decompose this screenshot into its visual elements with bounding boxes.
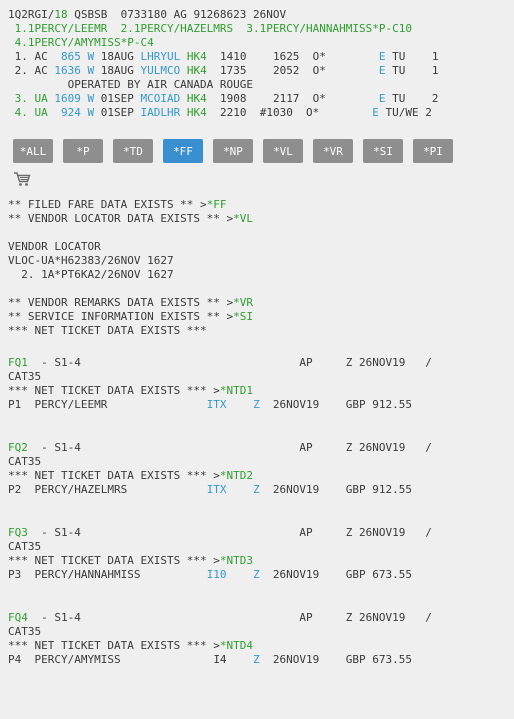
filed-fare-line: ** FILED FARE DATA EXISTS ** >*FF <box>8 198 227 211</box>
e-ticket-link[interactable]: E <box>379 64 386 77</box>
e-ticket-link[interactable]: E <box>372 106 379 119</box>
flight-link[interactable]: 1609 W <box>54 92 94 105</box>
fare-net-line: *** NET TICKET DATA EXISTS *** >*NTD1 <box>8 384 254 397</box>
vendor-remarks-line: ** VENDOR REMARKS DATA EXISTS ** >*VR <box>8 296 254 309</box>
tab-all-button[interactable]: *ALL <box>13 139 53 163</box>
service-info-line: ** SERVICE INFORMATION EXISTS ** >*SI <box>8 310 254 323</box>
tab-si-button[interactable]: *SI <box>363 139 403 163</box>
net-ticket-line: *** NET TICKET DATA EXISTS *** <box>8 324 207 337</box>
ntd-link[interactable]: *NTD1 <box>220 384 253 397</box>
fq-link[interactable]: FQ4 <box>8 611 28 624</box>
tab-vr-button[interactable]: *VR <box>313 139 353 163</box>
vr-link[interactable]: *VR <box>233 296 253 309</box>
segment-1: 1. AC 865 W 18AUG LHRYUL HK4 1410 1625 O… <box>8 50 439 63</box>
vendor-locator-1: VLOC-UA*H62383/26NOV 1627 <box>8 254 174 267</box>
fare-net-line: *** NET TICKET DATA EXISTS *** >*NTD2 <box>8 469 254 482</box>
passenger-names-2: 4.1PERCY/AMYMISS*P-C4 <box>8 36 154 49</box>
ntd-link[interactable]: *NTD3 <box>220 554 253 567</box>
fare-net-line: *** NET TICKET DATA EXISTS *** >*NTD3 <box>8 554 254 567</box>
fare-net-line: *** NET TICKET DATA EXISTS *** >*NTD4 <box>8 639 254 652</box>
flight-link[interactable]: 1636 W <box>54 64 94 77</box>
fare-cat: CAT35 <box>8 540 42 553</box>
fare-passenger: P4 PERCY/AMYMISS I4 Z 26NOV19 GBP 673.55 <box>8 653 413 666</box>
pnr-header: 1Q2RGI/18 QSBSB 0733180 AG 91268623 26NO… <box>8 8 286 22</box>
header-info: QSBSB 0733180 AG 91268623 26NOV <box>67 8 287 21</box>
fare-cat: CAT35 <box>8 370 42 383</box>
ntd-link[interactable]: *NTD4 <box>220 639 253 652</box>
fare-cat: CAT35 <box>8 455 42 468</box>
city-pair-link[interactable]: YULMCO <box>140 64 180 77</box>
fare-quote-header: FQ1 - S1-4 AP Z 26NOV19 / <box>8 356 432 369</box>
segment-3: 3. UA 1609 W 01SEP MCOIAD HK4 1908 2117 … <box>8 92 439 105</box>
tab-np-button[interactable]: *NP <box>213 139 253 163</box>
ntd-link[interactable]: *NTD2 <box>220 469 253 482</box>
tab-td-button[interactable]: *TD <box>113 139 153 163</box>
fare-quote-header: FQ4 - S1-4 AP Z 26NOV19 / <box>8 611 432 624</box>
shopping-cart-icon[interactable] <box>13 171 31 187</box>
e-ticket-link[interactable]: E <box>379 92 386 105</box>
fare-quote-header: FQ3 - S1-4 AP Z 26NOV19 / <box>8 526 432 539</box>
fare-passenger: P1 PERCY/LEEMR ITX Z 26NOV19 GBP 912.55 <box>8 398 413 411</box>
vendor-locator-line: ** VENDOR LOCATOR DATA EXISTS ** >*VL <box>8 212 254 225</box>
tab-vl-button[interactable]: *VL <box>263 139 303 163</box>
fq-link[interactable]: FQ3 <box>8 526 28 539</box>
ff-link[interactable]: *FF <box>207 198 227 211</box>
segment-4: 4. UA 924 W 01SEP IADLHR HK4 2210 #1030 … <box>8 106 432 119</box>
si-link[interactable]: *SI <box>233 310 253 323</box>
tab-ff-button[interactable]: *FF <box>163 139 203 163</box>
fare-cat: CAT35 <box>8 625 42 638</box>
e-ticket-link[interactable]: E <box>379 50 386 63</box>
tab-pi-button[interactable]: *PI <box>413 139 453 163</box>
fare-quote-header: FQ2 - S1-4 AP Z 26NOV19 / <box>8 441 432 454</box>
city-pair-link[interactable]: IADLHR <box>140 106 180 119</box>
passenger-names-1: 1.1PERCY/LEEMR 2.1PERCY/HAZELMRS 3.1PERC… <box>8 22 412 35</box>
flight-link[interactable]: 865 W <box>61 50 94 63</box>
fare-passenger: P2 PERCY/HAZELMRS ITX Z 26NOV19 GBP 912.… <box>8 483 413 496</box>
record-locator: 1Q2RGI/ <box>8 8 55 21</box>
operated-by: OPERATED BY AIR CANADA ROUGE <box>8 78 254 91</box>
vl-link[interactable]: *VL <box>233 212 253 225</box>
fare-passenger: P3 PERCY/HANNAHMISS I10 Z 26NOV19 GBP 67… <box>8 568 413 581</box>
fq-link[interactable]: FQ2 <box>8 441 28 454</box>
vendor-locator-2: 2. 1A*PT6KA2/26NOV 1627 <box>8 268 174 281</box>
tab-p-button[interactable]: *P <box>63 139 103 163</box>
city-pair-link[interactable]: LHRYUL <box>140 50 180 63</box>
flight-link[interactable]: 924 W <box>61 106 94 119</box>
city-pair-link[interactable]: MCOIAD <box>140 92 180 105</box>
terminal-screen: 1Q2RGI/18 QSBSB 0733180 AG 91268623 26NO… <box>0 0 514 719</box>
vendor-locator-title: VENDOR LOCATOR <box>8 240 101 253</box>
agent-code: 18 <box>54 8 68 21</box>
segment-2: 2. AC 1636 W 18AUG YULMCO HK4 1735 2052 … <box>8 64 439 77</box>
fq-link[interactable]: FQ1 <box>8 356 28 369</box>
